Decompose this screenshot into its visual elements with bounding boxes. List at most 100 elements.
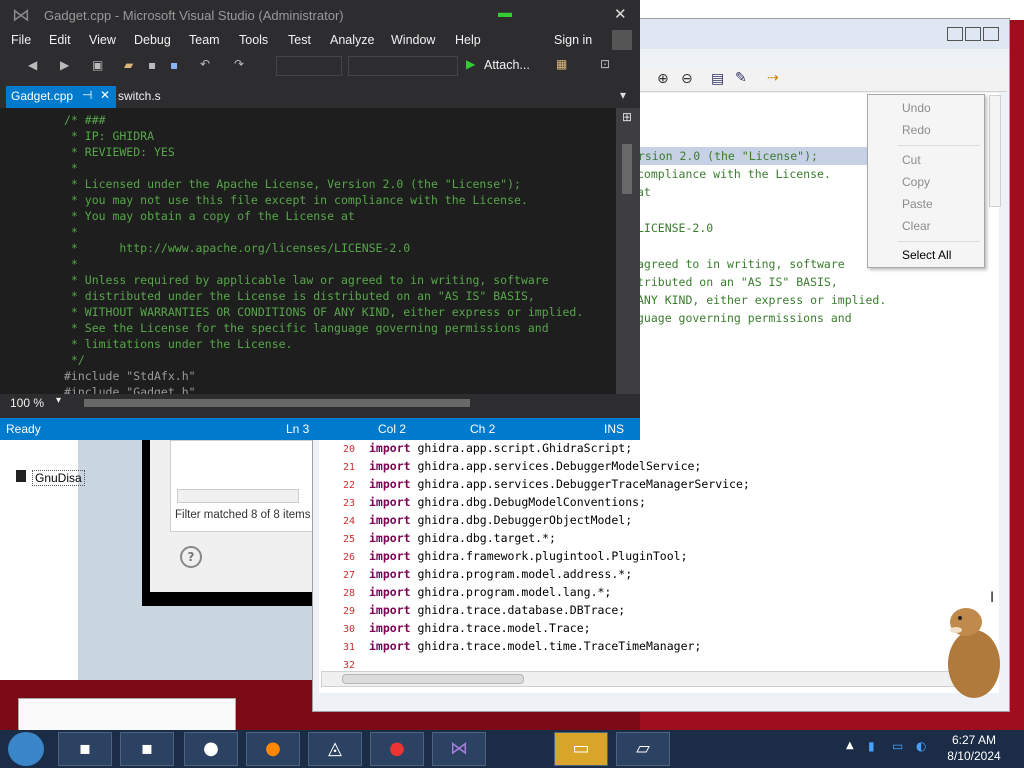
taskbar-app-8[interactable]: ▭ xyxy=(554,732,608,766)
save-icon[interactable]: ▪ xyxy=(148,58,156,72)
show-hidden-icons[interactable]: ▲ xyxy=(846,740,854,751)
play-icon[interactable]: ▶ xyxy=(466,57,475,71)
menu-tools[interactable]: Tools xyxy=(239,33,268,47)
code-line: * limitations under the License. xyxy=(64,337,293,351)
menu-item-copy[interactable]: Copy xyxy=(868,171,984,193)
menu-debug[interactable]: Debug xyxy=(134,33,171,47)
keyword: import xyxy=(369,513,411,527)
vs-menubar: File Edit View Debug Team Tools Test Ana… xyxy=(0,30,640,52)
platform-dropdown[interactable] xyxy=(348,56,458,76)
keyword: import xyxy=(369,585,411,599)
zoom-in-icon[interactable]: ⊕ xyxy=(657,71,669,87)
import-path: ghidra.dbg.DebugModelConventions; xyxy=(417,495,646,509)
menu-item-redo[interactable]: Redo xyxy=(868,119,984,141)
vs-code-editor[interactable]: /* ### * IP: GHIDRA * REVIEWED: YES * * … xyxy=(0,108,616,399)
code-line: * xyxy=(64,225,78,239)
start-button[interactable] xyxy=(8,732,44,766)
listing-line: 25 import ghidra.dbg.target.*; xyxy=(319,529,556,547)
split-icon[interactable]: ⊞ xyxy=(622,110,632,124)
taskbar-app-5[interactable]: ◬ xyxy=(308,732,362,766)
ghidra-hscrollbar[interactable] xyxy=(321,671,993,687)
pin-icon[interactable]: ⊣ xyxy=(82,88,92,102)
redo-icon[interactable]: ↷ xyxy=(234,57,244,71)
ghidra-vscrollbar[interactable] xyxy=(989,95,1001,207)
open-folder-icon[interactable]: ▰ xyxy=(124,58,133,72)
vs-hscroll-thumb[interactable] xyxy=(84,399,470,407)
zoom-level[interactable]: 100 % xyxy=(10,396,44,410)
maximize-icon[interactable] xyxy=(965,27,981,41)
import-path: ghidra.dbg.target.*; xyxy=(417,531,556,545)
help-icon[interactable]: ? xyxy=(180,546,202,568)
menu-item-cut[interactable]: Cut xyxy=(868,149,984,171)
toolbar-extra-icon[interactable]: ⊡ xyxy=(600,57,610,71)
taskbar-clock[interactable]: 6:27 AM 8/10/2024 xyxy=(934,732,1014,764)
menu-window[interactable]: Window xyxy=(391,33,435,47)
taskbar-app-1[interactable]: ▪ xyxy=(58,732,112,766)
taskbar-visual-studio[interactable]: ⋈ xyxy=(432,732,486,766)
listing-line: 28 import ghidra.program.model.lang.*; xyxy=(319,583,611,601)
listing-line: 22 import ghidra.app.services.DebuggerTra… xyxy=(319,475,750,493)
tray-icon-1[interactable]: ▮ xyxy=(868,739,875,753)
explorer-item-label[interactable]: GnuDisa xyxy=(32,470,85,486)
vs-statusbar: Ready Ln 3 Col 2 Ch 2 INS xyxy=(0,418,640,440)
listing-comment-fragment: ANY KIND, either express or implied. xyxy=(637,293,887,307)
undo-icon[interactable]: ↶ xyxy=(200,57,210,71)
close-icon[interactable] xyxy=(983,27,999,41)
zoom-out-icon[interactable]: ⊖ xyxy=(681,71,693,87)
menu-analyze[interactable]: Analyze xyxy=(330,33,374,47)
solution-config-dropdown[interactable] xyxy=(276,56,342,76)
navigate-icon[interactable]: ⇢ xyxy=(767,70,779,86)
taskbar-app-6[interactable]: ● xyxy=(370,732,424,766)
import-path: ghidra.dbg.DebuggerObjectModel; xyxy=(417,513,633,527)
menu-item-paste[interactable]: Paste xyxy=(868,193,984,215)
taskbar-firefox[interactable]: ● xyxy=(246,732,300,766)
taskbar-app-2[interactable]: ▪ xyxy=(120,732,174,766)
import-path: ghidra.framework.plugintool.PluginTool; xyxy=(417,549,688,563)
sign-in-link[interactable]: Sign in xyxy=(554,33,592,47)
menu-item-select-all[interactable]: Select All xyxy=(868,244,984,266)
attach-button[interactable]: Attach... xyxy=(484,58,530,72)
new-project-icon[interactable]: ▣ xyxy=(92,58,103,72)
menu-separator xyxy=(898,145,980,146)
tray-icon-3[interactable]: ◐ xyxy=(916,739,926,753)
tab-label: Gadget.cpp xyxy=(11,89,74,103)
taskbar-app-9[interactable]: ▱ xyxy=(616,732,670,766)
app-icon: ▭ xyxy=(572,738,590,759)
vs-vscroll-thumb[interactable] xyxy=(622,144,632,194)
tray-icon-2[interactable]: ▭ xyxy=(892,739,903,753)
vs-vscrollbar[interactable]: ⊞ xyxy=(616,108,640,394)
taskbar-app-3[interactable]: ● xyxy=(184,732,238,766)
dialog-hscrollbar[interactable] xyxy=(177,489,299,503)
close-tab-icon[interactable]: ✕ xyxy=(100,88,110,102)
forward-icon[interactable]: ▶ xyxy=(60,58,69,72)
edit-icon[interactable]: ✎ xyxy=(735,70,747,86)
tab-gadget-cpp[interactable]: Gadget.cpp ⊣ ✕ xyxy=(6,86,116,108)
menu-file[interactable]: File xyxy=(11,33,31,47)
menu-team[interactable]: Team xyxy=(189,33,220,47)
menu-view[interactable]: View xyxy=(89,33,116,47)
notification-icon[interactable]: ▬ xyxy=(498,4,512,20)
menu-help[interactable]: Help xyxy=(455,33,481,47)
tab-overflow-icon[interactable]: ▾ xyxy=(620,88,626,102)
keyword: import xyxy=(369,549,411,563)
import-path: ghidra.trace.database.DBTrace; xyxy=(417,603,626,617)
ghidra-hscroll-thumb[interactable] xyxy=(342,674,524,684)
minimize-icon[interactable] xyxy=(947,27,963,41)
app-icon: ▱ xyxy=(636,738,650,759)
menu-item-undo[interactable]: Undo xyxy=(868,97,984,119)
tab-switch-s[interactable]: switch.s xyxy=(118,89,161,103)
back-icon[interactable]: ◀ xyxy=(28,58,37,72)
code-line: * You may obtain a copy of the License a… xyxy=(64,209,355,223)
grid-icon[interactable]: ▤ xyxy=(711,71,724,87)
listing-line: 27 import ghidra.program.model.address.*; xyxy=(319,565,632,583)
close-icon[interactable]: ✕ xyxy=(614,5,627,23)
clock-time: 6:27 AM xyxy=(951,733,997,747)
code-line: */ xyxy=(64,353,85,367)
menu-item-clear[interactable]: Clear xyxy=(868,215,984,237)
find-icon[interactable]: ▦ xyxy=(556,57,567,71)
menu-test[interactable]: Test xyxy=(288,33,311,47)
account-icon[interactable] xyxy=(612,30,632,50)
save-all-icon[interactable]: ▪ xyxy=(170,58,178,72)
zoom-dropdown-icon[interactable]: ▾ xyxy=(56,395,61,406)
menu-edit[interactable]: Edit xyxy=(49,33,71,47)
